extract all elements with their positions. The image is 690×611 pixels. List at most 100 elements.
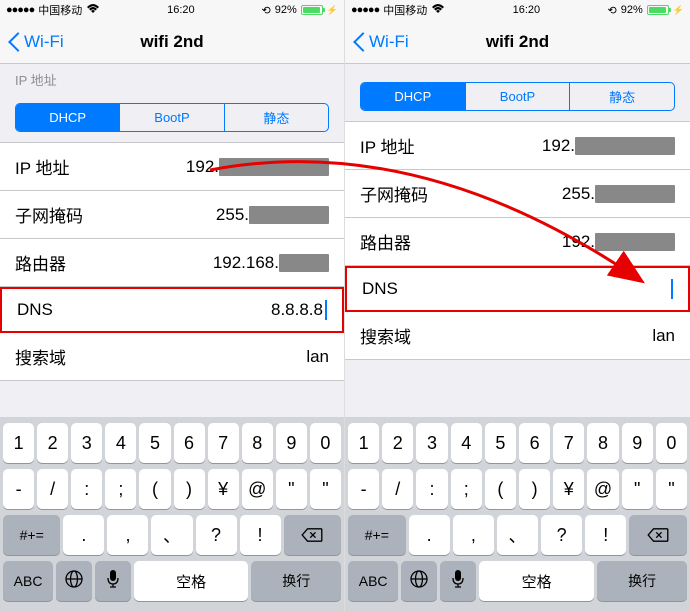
row-ip[interactable]: IP 地址 192. bbox=[345, 122, 690, 170]
back-button[interactable]: Wi-Fi bbox=[0, 32, 64, 52]
chevron-left-icon bbox=[353, 32, 365, 52]
key-comma[interactable]: , bbox=[453, 515, 494, 555]
key-1[interactable]: 1 bbox=[3, 423, 34, 463]
row-dns[interactable]: DNS 8.8.8.8 bbox=[0, 287, 344, 333]
key-abc[interactable]: ABC bbox=[348, 561, 398, 601]
charging-icon: ⚡ bbox=[673, 5, 684, 16]
key-3[interactable]: 3 bbox=[416, 423, 447, 463]
key-exclaim[interactable]: ! bbox=[585, 515, 626, 555]
subnet-value: 255. bbox=[562, 184, 675, 204]
key-dun[interactable]: 、 bbox=[497, 515, 538, 555]
key-semicolon[interactable]: ; bbox=[105, 469, 136, 509]
key-enter[interactable]: 换行 bbox=[597, 561, 687, 601]
key-semicolon[interactable]: ; bbox=[451, 469, 482, 509]
key-space[interactable]: 空格 bbox=[479, 561, 594, 601]
key-lparen[interactable]: ( bbox=[139, 469, 170, 509]
tab-static[interactable]: 静态 bbox=[225, 104, 328, 131]
key-rquote[interactable]: " bbox=[656, 469, 687, 509]
key-mic[interactable] bbox=[95, 561, 131, 601]
key-at[interactable]: @ bbox=[242, 469, 273, 509]
row-search-domain[interactable]: 搜索域 lan bbox=[0, 333, 344, 381]
key-at[interactable]: @ bbox=[587, 469, 618, 509]
key-3[interactable]: 3 bbox=[71, 423, 102, 463]
key-rparen[interactable]: ) bbox=[519, 469, 550, 509]
time-label: 16:20 bbox=[513, 4, 541, 16]
nav-bar: Wi-Fi wifi 2nd bbox=[0, 20, 344, 64]
key-dash[interactable]: - bbox=[3, 469, 34, 509]
section-header: IP 地址 bbox=[0, 64, 344, 93]
dns-value[interactable] bbox=[669, 279, 673, 299]
back-button[interactable]: Wi-Fi bbox=[345, 32, 409, 52]
globe-icon bbox=[409, 569, 429, 594]
row-subnet[interactable]: 子网掩码 255. bbox=[345, 170, 690, 218]
tab-dhcp[interactable]: DHCP bbox=[16, 104, 120, 131]
key-space[interactable]: 空格 bbox=[134, 561, 249, 601]
key-yen[interactable]: ¥ bbox=[553, 469, 584, 509]
dns-label: DNS bbox=[17, 300, 53, 320]
key-dun[interactable]: 、 bbox=[151, 515, 192, 555]
key-backspace[interactable] bbox=[629, 515, 687, 555]
key-8[interactable]: 8 bbox=[587, 423, 618, 463]
tab-bootp[interactable]: BootP bbox=[120, 104, 224, 131]
signal-dots: ●●●●● bbox=[6, 4, 34, 16]
router-label: 路由器 bbox=[15, 250, 66, 275]
key-2[interactable]: 2 bbox=[37, 423, 68, 463]
key-slash[interactable]: / bbox=[37, 469, 68, 509]
key-comma[interactable]: , bbox=[107, 515, 148, 555]
key-lparen[interactable]: ( bbox=[485, 469, 516, 509]
key-abc[interactable]: ABC bbox=[3, 561, 53, 601]
key-7[interactable]: 7 bbox=[208, 423, 239, 463]
key-7[interactable]: 7 bbox=[553, 423, 584, 463]
key-6[interactable]: 6 bbox=[174, 423, 205, 463]
key-period[interactable]: . bbox=[409, 515, 450, 555]
row-ip[interactable]: IP 地址 192. bbox=[0, 143, 344, 191]
key-globe[interactable] bbox=[56, 561, 92, 601]
key-mic[interactable] bbox=[440, 561, 476, 601]
key-colon[interactable]: : bbox=[71, 469, 102, 509]
key-backspace[interactable] bbox=[284, 515, 341, 555]
key-2[interactable]: 2 bbox=[382, 423, 413, 463]
key-9[interactable]: 9 bbox=[276, 423, 307, 463]
ip-label: IP 地址 bbox=[15, 154, 69, 179]
key-6[interactable]: 6 bbox=[519, 423, 550, 463]
key-slash[interactable]: / bbox=[382, 469, 413, 509]
key-colon[interactable]: : bbox=[416, 469, 447, 509]
key-4[interactable]: 4 bbox=[105, 423, 136, 463]
key-4[interactable]: 4 bbox=[451, 423, 482, 463]
key-0[interactable]: 0 bbox=[656, 423, 687, 463]
key-exclaim[interactable]: ! bbox=[240, 515, 281, 555]
key-symbols[interactable]: #+= bbox=[3, 515, 60, 555]
ip-label: IP 地址 bbox=[360, 133, 414, 158]
kb-row-2: - / : ; ( ) ¥ @ " " bbox=[348, 469, 687, 509]
key-0[interactable]: 0 bbox=[310, 423, 341, 463]
key-question[interactable]: ? bbox=[541, 515, 582, 555]
key-lquote[interactable]: " bbox=[276, 469, 307, 509]
key-rparen[interactable]: ) bbox=[174, 469, 205, 509]
key-period[interactable]: . bbox=[63, 515, 104, 555]
tab-bootp[interactable]: BootP bbox=[466, 83, 571, 110]
key-globe[interactable] bbox=[401, 561, 437, 601]
row-search-domain[interactable]: 搜索域 lan bbox=[345, 312, 690, 360]
key-rquote[interactable]: " bbox=[310, 469, 341, 509]
kb-row-4: ABC 空格 换行 bbox=[348, 561, 687, 601]
key-question[interactable]: ? bbox=[196, 515, 237, 555]
key-5[interactable]: 5 bbox=[485, 423, 516, 463]
tab-static[interactable]: 静态 bbox=[570, 83, 674, 110]
key-lquote[interactable]: " bbox=[622, 469, 653, 509]
row-subnet[interactable]: 子网掩码 255. bbox=[0, 191, 344, 239]
wifi-icon bbox=[86, 4, 100, 17]
phone-right: ●●●●● 中国移动 16:20 ⟲ 92% ⚡ Wi-Fi wifi 2nd bbox=[345, 0, 690, 611]
key-5[interactable]: 5 bbox=[139, 423, 170, 463]
key-9[interactable]: 9 bbox=[622, 423, 653, 463]
key-symbols[interactable]: #+= bbox=[348, 515, 406, 555]
key-8[interactable]: 8 bbox=[242, 423, 273, 463]
key-dash[interactable]: - bbox=[348, 469, 379, 509]
key-yen[interactable]: ¥ bbox=[208, 469, 239, 509]
row-dns[interactable]: DNS bbox=[345, 266, 690, 312]
key-enter[interactable]: 换行 bbox=[251, 561, 341, 601]
row-router[interactable]: 路由器 192. bbox=[345, 218, 690, 266]
key-1[interactable]: 1 bbox=[348, 423, 379, 463]
dns-value[interactable]: 8.8.8.8 bbox=[271, 300, 327, 320]
tab-dhcp[interactable]: DHCP bbox=[361, 83, 466, 110]
row-router[interactable]: 路由器 192.168. bbox=[0, 239, 344, 287]
